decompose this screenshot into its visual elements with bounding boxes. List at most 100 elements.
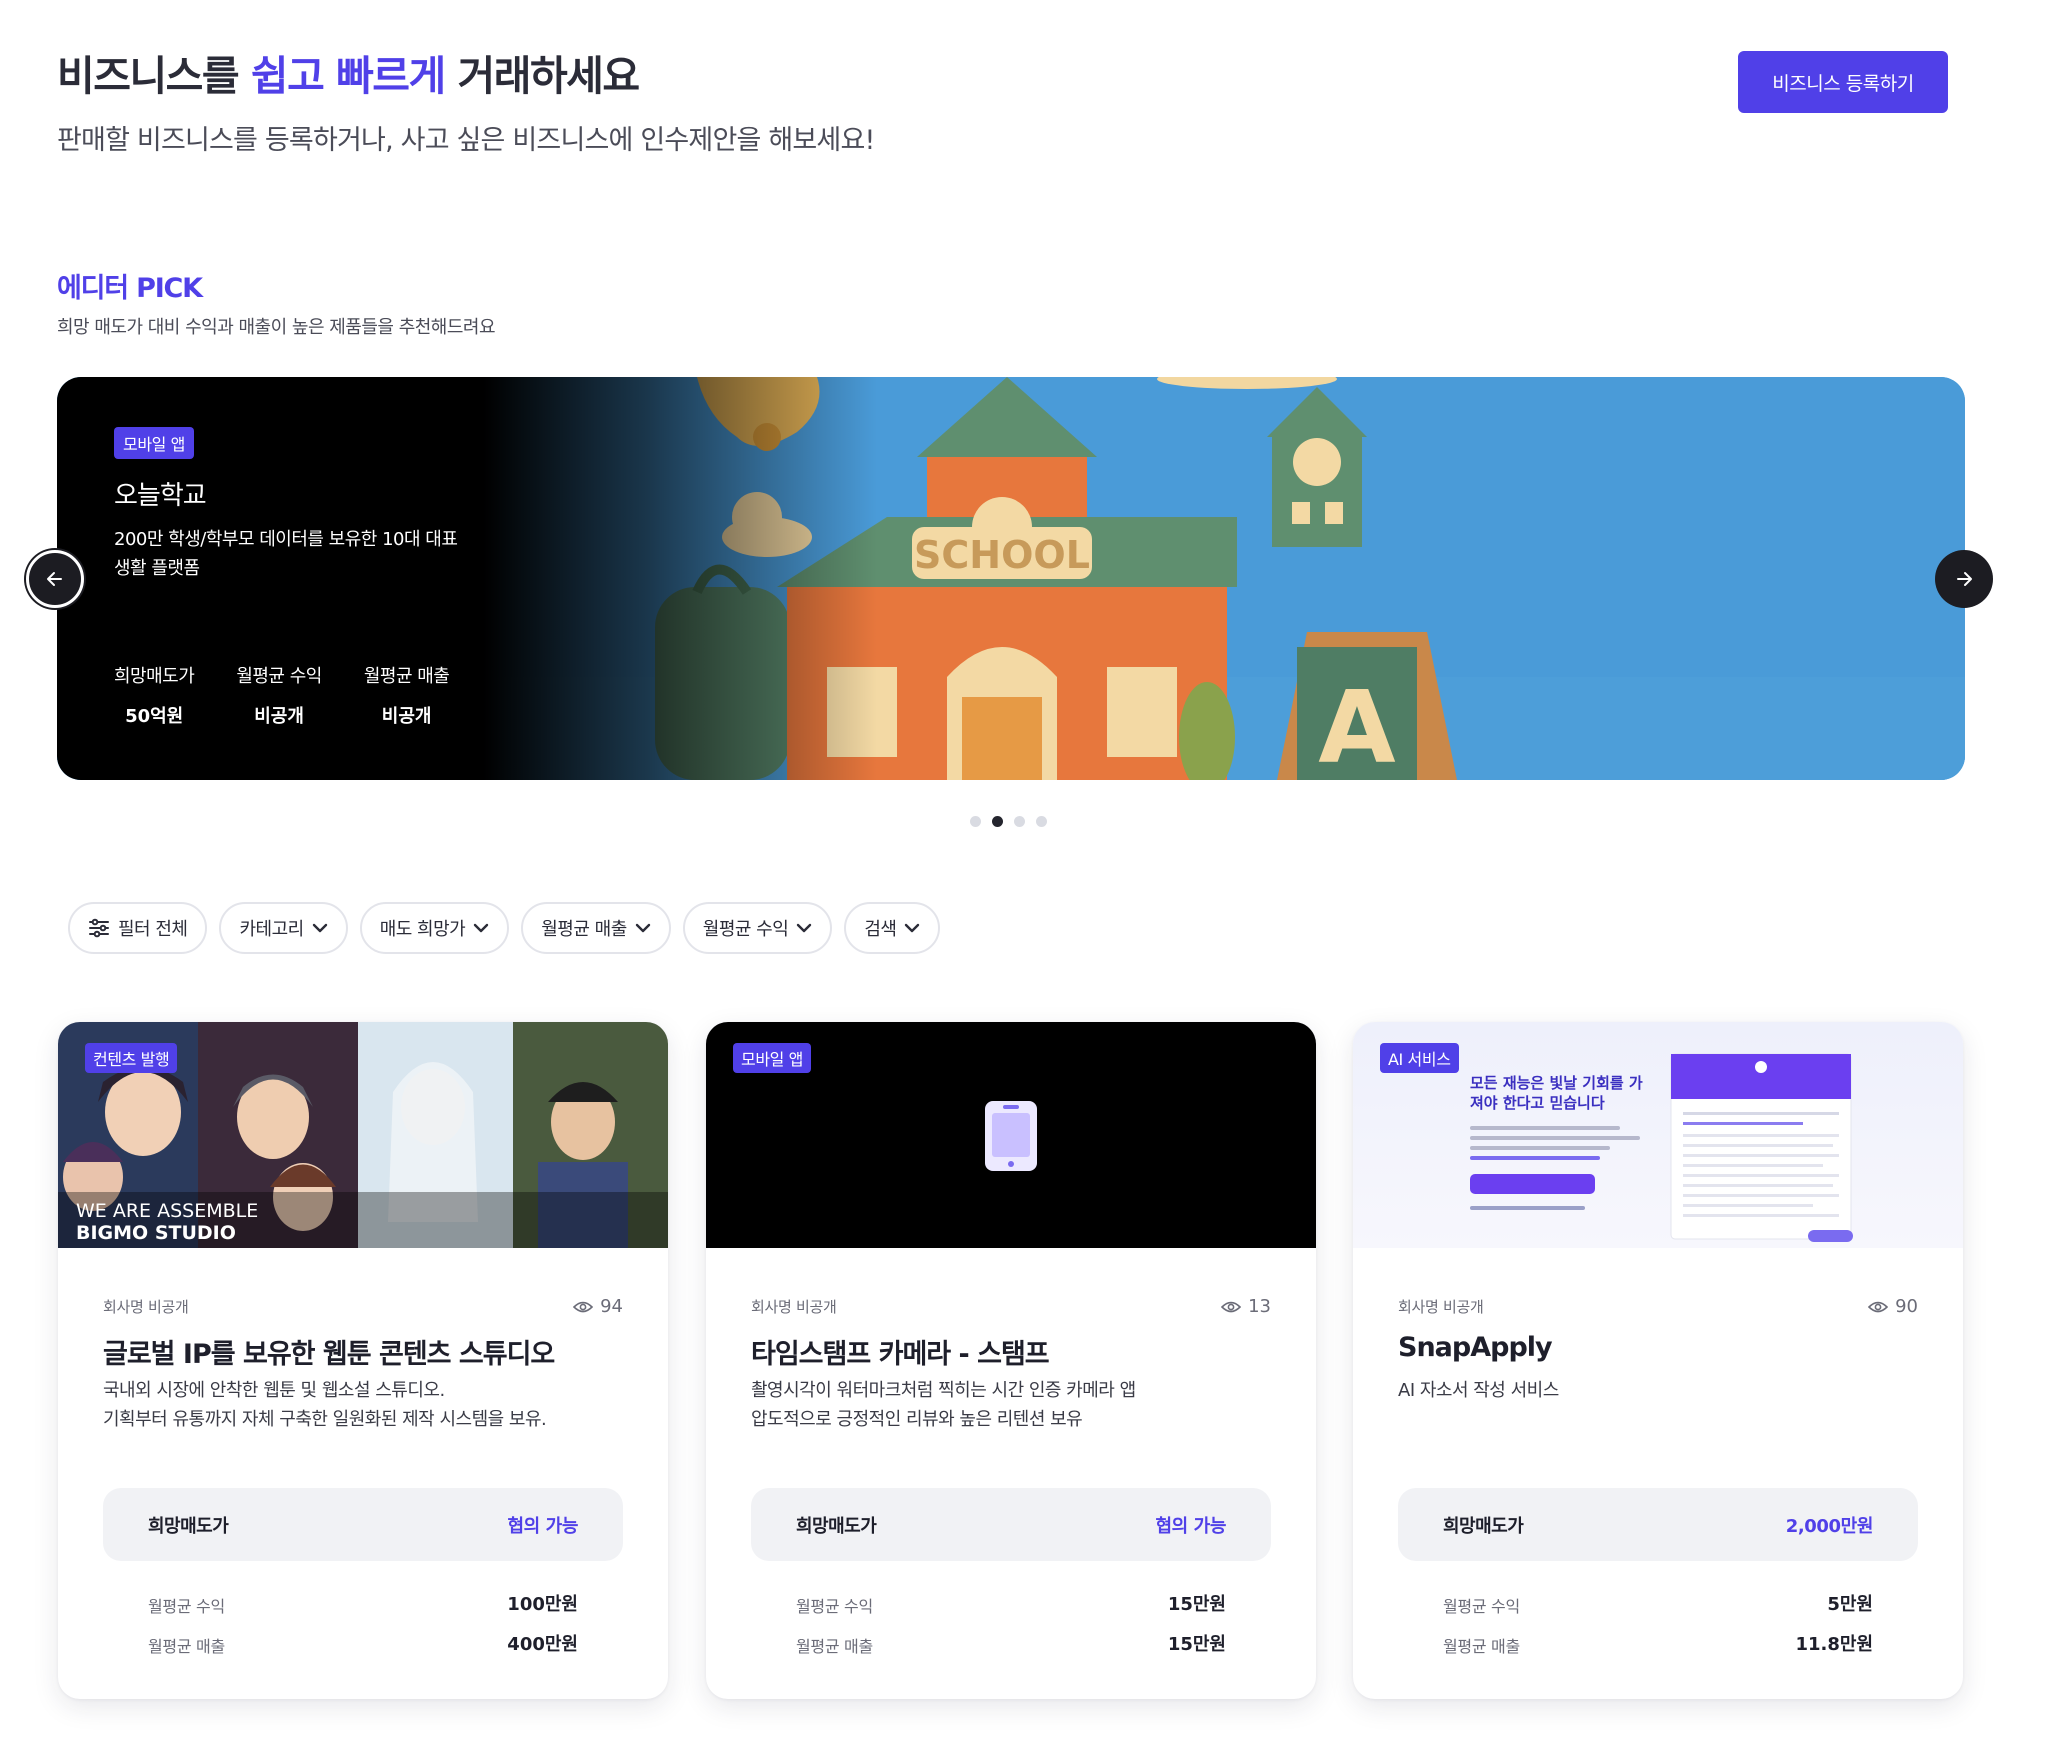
- editor-pick-title: 에디터 PICK: [57, 273, 203, 304]
- listing-view-count: 90: [1895, 1296, 1918, 1317]
- monthly-revenue-label: 월평균 매출: [796, 1637, 873, 1656]
- chevron-down-icon: [635, 923, 650, 933]
- listing-views: 13: [1221, 1296, 1271, 1317]
- monthly-revenue-label: 월평균 매출: [148, 1637, 225, 1656]
- filter-monthly-profit-label: 월평균 수익: [702, 919, 789, 940]
- asking-price-box: 희망매도가 협의 가능: [751, 1488, 1271, 1561]
- filter-all-chip[interactable]: 필터 전체: [68, 902, 208, 954]
- monthly-revenue-value: 15만원: [1167, 1634, 1226, 1655]
- listing-description: 촬영시각이 워터마크처럼 찍히는 시간 인증 카메라 앱 압도적으로 긍정적인 …: [751, 1376, 1291, 1434]
- eye-icon: [1221, 1301, 1242, 1312]
- listing-views: 90: [1868, 1296, 1918, 1317]
- eye-icon: [573, 1301, 594, 1312]
- page-title-part2: 거래하세요: [444, 52, 641, 100]
- page-title-part1: 비즈니스를: [57, 52, 251, 100]
- carousel-dot[interactable]: [1036, 816, 1047, 827]
- listing-view-count: 13: [1248, 1296, 1271, 1317]
- stat-label: 월평균 매출: [363, 666, 450, 687]
- listing-thumbnail: 모든 재능은 빛날 기회를 가 져야 한다고 믿습니다 AI 서비스: [1353, 1022, 1963, 1248]
- filter-all-label: 필터 전체: [118, 919, 188, 940]
- asking-price-label: 희망매도가: [796, 1516, 877, 1537]
- thumbnail-headline-line1: 모든 재능은 빛날 기회를 가: [1470, 1074, 1643, 1092]
- asking-price-value: 협의 가능: [1155, 1516, 1226, 1537]
- asking-price-label: 희망매도가: [1443, 1516, 1524, 1537]
- thumbnail-headline-line2: 져야 한다고 믿습니다: [1470, 1094, 1605, 1112]
- listing-description-line: 국내외 시장에 안착한 웹툰 및 웹소설 스튜디오.: [103, 1380, 445, 1401]
- banner-description: 200만 학생/학부모 데이터를 보유한 10대 대표 생활 플랫폼: [114, 529, 458, 579]
- arrow-right-icon: [1957, 572, 1972, 586]
- asking-price-value: 2,000만원: [1785, 1516, 1874, 1537]
- monthly-revenue-row: 월평균 매출 15만원: [796, 1630, 1226, 1658]
- stat-value: 비공개: [381, 706, 432, 727]
- asking-price-box: 희망매도가 2,000만원: [1398, 1488, 1918, 1561]
- listing-card[interactable]: 모바일 앱 회사명 비공개 13 타임스탬프 카메라 - 스탬프 촬영시각이 워…: [706, 1022, 1316, 1699]
- banner-category-badge: 모바일 앱: [114, 427, 194, 459]
- filter-bar: 필터 전체 카테고리 매도 희망가 월평균 매출 월평균 수익 검색: [68, 902, 941, 954]
- listing-category-badge: AI 서비스: [1380, 1043, 1459, 1073]
- arrow-left-icon: [47, 572, 62, 586]
- carousel-dot-active[interactable]: [992, 816, 1003, 827]
- banner-stat-monthly-revenue: 월평균 매출 비공개: [364, 662, 450, 728]
- listing-company: 회사명 비공개: [751, 1298, 837, 1316]
- listing-card[interactable]: WE ARE ASSEMBLE BIGMO STUDIO 컨텐츠 발행 회사명 …: [58, 1022, 668, 1699]
- featured-banner[interactable]: SCHOOL A 모바일 앱 오늘학교 200만 학생/학부모 데이터를 보유한…: [57, 377, 1965, 780]
- listing-description: 국내외 시장에 안착한 웹툰 및 웹소설 스튜디오. 기획부터 유통까지 자체 …: [103, 1376, 643, 1434]
- filter-monthly-profit-chip[interactable]: 월평균 수익: [682, 902, 833, 954]
- monthly-profit-value: 5만원: [1827, 1594, 1873, 1615]
- monthly-revenue-row: 월평균 매출 11.8만원: [1443, 1630, 1873, 1658]
- thumbnail-caption-line2: BIGMO STUDIO: [76, 1222, 236, 1244]
- listing-views: 94: [573, 1296, 623, 1317]
- carousel-pagination: [970, 816, 1047, 827]
- hero-section: 비즈니스를 쉽고 빠르게 거래하세요 판매할 비즈니스를 등록하거나, 사고 싶…: [57, 42, 1957, 162]
- banner-stat-monthly-profit: 월평균 수익 비공개: [236, 662, 322, 728]
- banner-letter-a: A: [1318, 669, 1395, 780]
- stat-label: 희망매도가: [114, 666, 195, 687]
- monthly-profit-value: 15만원: [1167, 1594, 1226, 1615]
- stat-value: 50억원: [125, 706, 184, 727]
- chevron-down-icon: [905, 923, 920, 933]
- register-business-button[interactable]: 비즈니스 등록하기: [1738, 51, 1948, 113]
- listing-description-line: AI 자소서 작성 서비스: [1398, 1380, 1559, 1401]
- monthly-profit-label: 월평균 수익: [1443, 1597, 1520, 1616]
- chevron-down-icon: [797, 923, 812, 933]
- monthly-revenue-value: 400만원: [507, 1634, 578, 1655]
- chevron-down-icon: [474, 923, 489, 933]
- listing-description-line: 촬영시각이 워터마크처럼 찍히는 시간 인증 카메라 앱: [751, 1380, 1136, 1401]
- filter-search-chip[interactable]: 검색: [844, 902, 941, 954]
- asking-price-box: 희망매도가 협의 가능: [103, 1488, 623, 1561]
- listing-view-count: 94: [600, 1296, 623, 1317]
- carousel-next-button[interactable]: [1935, 550, 1993, 608]
- filter-category-chip[interactable]: 카테고리: [219, 902, 348, 954]
- carousel-dot[interactable]: [970, 816, 981, 827]
- carousel-prev-button[interactable]: [26, 550, 84, 608]
- carousel-dot[interactable]: [1014, 816, 1025, 827]
- monthly-profit-label: 월평균 수익: [148, 1597, 225, 1616]
- listing-description-line: 기획부터 유통까지 자체 구축한 일원화된 제작 시스템을 보유.: [103, 1409, 547, 1430]
- listing-company: 회사명 비공개: [103, 1298, 189, 1316]
- stat-label: 월평균 수익: [236, 666, 322, 687]
- stat-value: 비공개: [254, 706, 304, 727]
- listing-thumbnail: 모바일 앱: [706, 1022, 1316, 1248]
- banner-stat-asking-price: 희망매도가 50억원: [114, 662, 195, 728]
- monthly-profit-row: 월평균 수익 5만원: [1443, 1590, 1873, 1618]
- filter-monthly-revenue-label: 월평균 매출: [541, 919, 627, 940]
- listing-description: AI 자소서 작성 서비스: [1398, 1376, 1938, 1405]
- filter-monthly-revenue-chip[interactable]: 월평균 매출: [521, 902, 671, 954]
- listing-category-badge: 모바일 앱: [733, 1043, 811, 1073]
- monthly-profit-row: 월평균 수익 100만원: [148, 1590, 578, 1618]
- listing-thumbnail: WE ARE ASSEMBLE BIGMO STUDIO 컨텐츠 발행: [58, 1022, 668, 1248]
- thumbnail-caption-line1: WE ARE ASSEMBLE: [76, 1200, 258, 1222]
- listing-title: SnapApply: [1398, 1332, 1553, 1363]
- listing-title: 글로벌 IP를 보유한 웹툰 콘텐츠 스튜디오: [103, 1339, 555, 1370]
- listing-title: 타임스탬프 카메라 - 스탬프: [751, 1339, 1050, 1370]
- eye-icon: [1868, 1301, 1889, 1312]
- asking-price-label: 희망매도가: [148, 1516, 229, 1537]
- page-subtitle: 판매할 비즈니스를 등록하거나, 사고 싶은 비즈니스에 인수제안을 해보세요!: [57, 125, 875, 156]
- monthly-profit-value: 100만원: [507, 1594, 578, 1615]
- filter-asking-price-chip[interactable]: 매도 희망가: [359, 902, 510, 954]
- listing-company: 회사명 비공개: [1398, 1298, 1484, 1316]
- listing-description-line: 압도적으로 긍정적인 리뷰와 높은 리텐션 보유: [751, 1409, 1083, 1430]
- monthly-revenue-label: 월평균 매출: [1443, 1637, 1520, 1656]
- listing-card[interactable]: 모든 재능은 빛날 기회를 가 져야 한다고 믿습니다 AI 서비스 회사명 비…: [1353, 1022, 1963, 1699]
- banner-stats: 희망매도가 50억원 월평균 수익 비공개 월평균 매출 비공개: [114, 662, 491, 728]
